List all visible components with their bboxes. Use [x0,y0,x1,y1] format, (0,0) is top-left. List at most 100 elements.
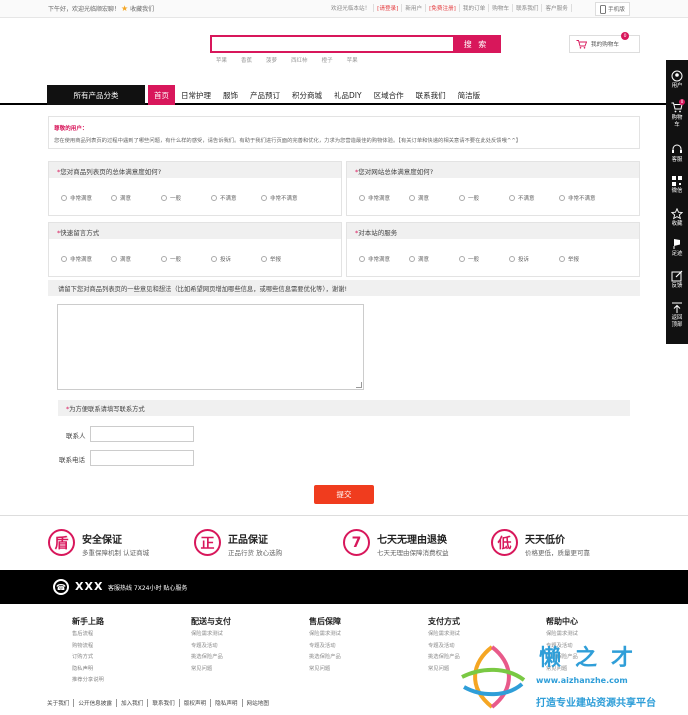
radio-button[interactable] [261,256,267,262]
right-toolbar-item[interactable]: 微信 [666,175,688,195]
radio-button[interactable] [261,195,267,201]
submit-button[interactable]: 提交 [314,485,374,504]
radio-option[interactable]: 非常满意 [61,255,111,263]
footer-bottom-link[interactable]: 关于我们 [47,699,75,707]
hot-keyword-link[interactable]: 苹果 [347,56,358,64]
all-categories-menu[interactable]: 所有产品分类 [47,85,145,105]
radio-option[interactable]: 一般 [459,255,509,263]
radio-button[interactable] [559,195,565,201]
footer-bottom-link[interactable]: 联系我们 [148,699,180,707]
radio-button[interactable] [509,256,515,262]
radio-option[interactable]: 非常不满意 [261,194,311,202]
footer-link[interactable]: 售后流程 [72,629,104,641]
radio-option[interactable]: 非常满意 [359,255,409,263]
radio-button[interactable] [459,195,465,201]
hot-keyword-link[interactable]: 香蕉 [241,56,252,64]
footer-link[interactable]: 常见问题 [191,664,231,676]
search-input[interactable] [212,37,452,51]
radio-option[interactable]: 一般 [161,194,211,202]
radio-option[interactable]: 不满意 [211,194,261,202]
hot-keyword-link[interactable]: 西红柿 [291,56,308,64]
radio-option[interactable]: 非常满意 [359,194,409,202]
nav-item[interactable]: 日常护理 [175,85,217,105]
right-toolbar-item[interactable]: 购物车 0 [666,99,688,129]
top-link[interactable]: [免费注册] [426,4,460,12]
nav-item[interactable]: 区域合作 [368,85,410,105]
top-link[interactable]: 联系我们 [513,4,543,12]
search-button[interactable]: 搜 索 [453,37,499,51]
footer-link[interactable]: 订购方式 [72,652,104,664]
radio-option[interactable]: 满意 [111,255,161,263]
radio-button[interactable] [61,256,67,262]
footer-link[interactable]: 推荐分享说明 [72,675,104,687]
radio-option[interactable]: 满意 [409,194,459,202]
nav-item[interactable]: 联系我们 [410,85,452,105]
radio-option[interactable]: 满意 [409,255,459,263]
radio-button[interactable] [409,256,415,262]
right-toolbar-item[interactable]: 反馈 [666,270,688,290]
nav-item[interactable]: 首页 [148,85,175,105]
hot-keyword-link[interactable]: 菠萝 [266,56,277,64]
radio-option[interactable]: 非常不满意 [559,194,609,202]
top-link[interactable]: 我的订单 [460,4,490,12]
footer-link[interactable]: 常见问题 [309,664,341,676]
radio-button[interactable] [161,195,167,201]
right-toolbar-item[interactable]: 返回顶部 [666,302,688,329]
nav-item[interactable]: 积分商城 [286,85,328,105]
radio-button[interactable] [409,195,415,201]
radio-option[interactable]: 一般 [161,255,211,263]
radio-button[interactable] [161,256,167,262]
nav-item[interactable]: 产品预订 [244,85,286,105]
radio-option[interactable]: 投诉 [211,255,261,263]
resize-handle[interactable] [356,382,362,388]
footer-bottom-link[interactable]: 加入我们 [117,699,149,707]
footer-bottom-link[interactable]: 网站地图 [243,699,273,707]
footer-link[interactable]: 隐私声明 [72,664,104,676]
suggestion-textarea[interactable] [57,304,364,390]
footer-bottom-link[interactable]: 公开信息披露 [74,699,117,707]
top-link[interactable]: 客户服务 [542,4,572,12]
right-toolbar-item[interactable]: 足迹 [666,238,688,258]
footer-bottom-link[interactable]: 版权声明 [180,699,212,707]
footer-link[interactable]: 挑选保险产品 [309,652,341,664]
footer-link[interactable]: 专题及活动 [309,641,341,653]
footer-link[interactable]: 保险需求测试 [546,629,578,641]
radio-button[interactable] [111,195,117,201]
radio-button[interactable] [459,256,465,262]
radio-option[interactable]: 举报 [261,255,311,263]
favorite-link[interactable]: ★ 收藏我们 [121,4,154,13]
footer-bottom-link[interactable]: 隐私声明 [211,699,243,707]
radio-button[interactable] [359,256,365,262]
radio-button[interactable] [359,195,365,201]
radio-option[interactable]: 满意 [111,194,161,202]
hot-keyword-link[interactable]: 苹果 [216,56,227,64]
top-link[interactable]: [请登录] [374,4,403,12]
nav-item[interactable]: 礼品DIY [328,85,368,105]
cart-button[interactable]: 我的购物车 0 [569,32,640,53]
radio-option[interactable]: 举报 [559,255,609,263]
top-link[interactable]: 欢迎光临本站！ [328,4,375,12]
radio-option[interactable]: 不满意 [509,194,559,202]
radio-button[interactable] [211,256,217,262]
footer-link[interactable]: 保险需求测试 [191,629,231,641]
radio-option[interactable]: 非常满意 [61,194,111,202]
footer-link[interactable]: 专题及活动 [191,641,231,653]
nav-item[interactable]: 服饰 [217,85,244,105]
right-toolbar-item[interactable]: 收藏 [666,208,688,228]
right-toolbar-item[interactable]: 客服 [666,144,688,164]
radio-button[interactable] [111,256,117,262]
footer-link[interactable]: 挑选保险产品 [191,652,231,664]
right-toolbar-item[interactable]: 用户 [666,70,688,90]
top-link[interactable]: 购物车 [489,4,514,12]
nav-item[interactable]: 简洁版 [452,85,487,105]
radio-option[interactable]: 投诉 [509,255,559,263]
footer-link[interactable]: 购物流程 [72,641,104,653]
contact-person-input[interactable] [90,426,194,442]
hot-keyword-link[interactable]: 橙子 [322,56,333,64]
footer-link[interactable]: 保险需求测试 [428,629,460,641]
radio-button[interactable] [61,195,67,201]
footer-link[interactable]: 保险需求测试 [309,629,341,641]
radio-button[interactable] [559,256,565,262]
mobile-version-link[interactable]: 手机版 [595,2,630,16]
radio-button[interactable] [509,195,515,201]
